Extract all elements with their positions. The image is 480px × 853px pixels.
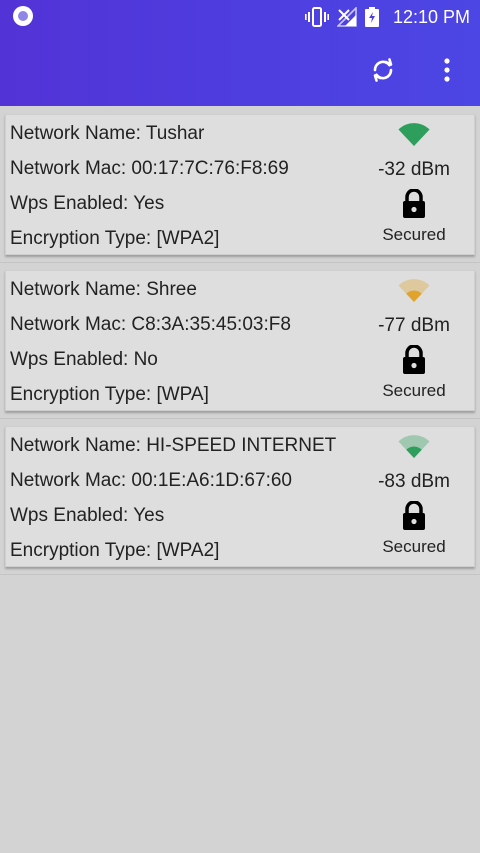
signal-panel: -83 dBm Secured [354, 427, 474, 566]
app-notification-icon [13, 6, 33, 26]
status-icons: 12:10 PM [304, 6, 470, 28]
signal-strength: -32 dBm [378, 159, 450, 180]
network-mac: Network Mac: 00:1E:A6:1D:67:60 [10, 470, 292, 491]
lock-icon [403, 501, 425, 530]
refresh-button[interactable] [368, 55, 398, 85]
security-status: Secured [382, 225, 446, 244]
app-bar-actions [368, 55, 462, 85]
security-status: Secured [382, 381, 446, 400]
wps-enabled: Wps Enabled: No [10, 349, 158, 370]
network-name: Network Name: HI-SPEED INTERNET [10, 435, 337, 456]
signal-strength: -83 dBm [378, 471, 450, 492]
refresh-icon [373, 58, 393, 82]
network-card[interactable]: Network Name: Shree Network Mac: C8:3A:3… [5, 270, 475, 411]
list-divider [0, 574, 480, 575]
list-divider [0, 418, 480, 419]
wifi-signal-icon [398, 435, 430, 458]
no-signal-icon [336, 7, 357, 27]
encryption-type: Encryption Type: [WPA2] [10, 228, 220, 249]
more-vert-icon [444, 58, 450, 82]
network-mac: Network Mac: 00:17:7C:76:F8:69 [10, 158, 289, 179]
network-card[interactable]: Network Name: Tushar Network Mac: 00:17:… [5, 114, 475, 255]
vibrate-icon [304, 7, 329, 27]
overflow-menu-button[interactable] [432, 55, 462, 85]
wps-enabled: Wps Enabled: Yes [10, 505, 165, 526]
network-name: Network Name: Shree [10, 279, 197, 300]
network-mac: Network Mac: C8:3A:35:45:03:F8 [10, 314, 291, 335]
signal-strength: -77 dBm [378, 315, 450, 336]
battery-charging-icon [364, 7, 379, 27]
signal-panel: -77 dBm Secured [354, 271, 474, 410]
lock-icon [403, 345, 425, 374]
wps-enabled: Wps Enabled: Yes [10, 193, 165, 214]
app-bar: 12:10 PM [0, 0, 480, 106]
encryption-type: Encryption Type: [WPA2] [10, 540, 220, 561]
wifi-signal-icon [398, 123, 430, 146]
security-status: Secured [382, 537, 446, 556]
status-time: 12:10 PM [392, 6, 470, 27]
encryption-type: Encryption Type: [WPA] [10, 384, 209, 405]
wifi-signal-icon [398, 279, 430, 302]
network-name: Network Name: Tushar [10, 123, 205, 144]
network-card[interactable]: Network Name: HI-SPEED INTERNET Network … [5, 426, 475, 567]
signal-panel: -32 dBm Secured [354, 115, 474, 254]
list-divider [0, 262, 480, 263]
status-bar: 12:10 PM [0, 0, 480, 34]
lock-icon [403, 189, 425, 218]
